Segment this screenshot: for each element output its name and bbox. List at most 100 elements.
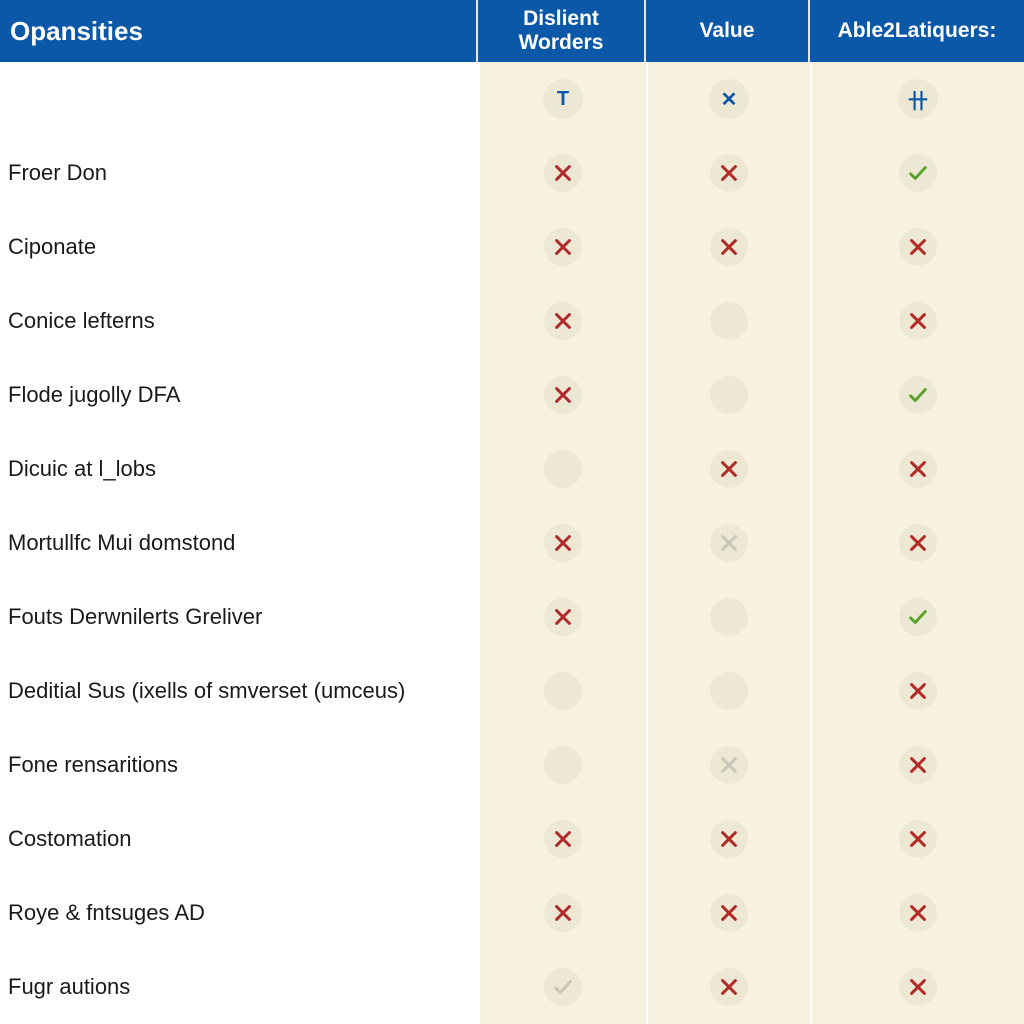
cross-icon [544,376,582,414]
feature-label-cell: Conice lefterns [0,284,478,358]
status-cell [646,876,810,950]
cross-icon [544,228,582,266]
table-row: Costomation [0,802,1024,876]
status-cell: T [478,62,646,136]
table-row: Fone rensaritions [0,728,1024,802]
status-cell [810,432,1024,506]
feature-label-cell: Roye & fntsuges AD [0,876,478,950]
header-col-1-label: Dislient Worders [519,7,604,55]
feature-label-cell: Flode jugolly DFA [0,358,478,432]
feature-label-cell: Froer Don [0,136,478,210]
status-cell [810,876,1024,950]
cross-icon [710,820,748,858]
status-cell [478,728,646,802]
cross-icon [899,672,937,710]
feature-label-cell [0,62,478,136]
feature-label: Deditial Sus (ixells of smverset (umceus… [8,678,405,704]
comparison-table: Opansities Dislient Worders Value Able2L… [0,0,1024,1024]
cross-icon [899,894,937,932]
empty-icon [710,302,748,340]
status-cell [810,728,1024,802]
feature-label: Fugr autions [8,974,130,1000]
cross-icon [544,302,582,340]
status-cell [810,358,1024,432]
feature-label: Fouts Derwnilerts Greliver [8,604,262,630]
status-cell [646,136,810,210]
cross-icon [710,154,748,192]
empty-icon [710,376,748,414]
status-cell [810,210,1024,284]
cross-faded-icon [710,524,748,562]
cross-icon [544,154,582,192]
header-col-1: Dislient Worders [478,0,646,62]
status-cell [478,802,646,876]
status-cell [478,210,646,284]
check-icon [899,598,937,636]
feature-label: Roye & fntsuges AD [8,900,205,926]
feature-label: Flode jugolly DFA [8,382,180,408]
cross-icon [899,524,937,562]
table-row: Ciponate [0,210,1024,284]
status-cell [478,506,646,580]
check-icon [899,376,937,414]
feature-label-cell: Deditial Sus (ixells of smverset (umceus… [0,654,478,728]
status-cell [646,506,810,580]
status-cell [646,284,810,358]
cross-icon [710,968,748,1006]
empty-icon [544,746,582,784]
status-cell [646,654,810,728]
status-cell [810,136,1024,210]
header-col-2-label: Value [700,19,755,43]
feature-label-cell: Dicuic at l_lobs [0,432,478,506]
empty-icon [544,450,582,488]
cross-icon [899,746,937,784]
cross-icon [544,894,582,932]
cross-icon [899,228,937,266]
header-feature-col: Opansities [0,0,478,62]
cross-icon [899,450,937,488]
status-cell [478,580,646,654]
status-cell [646,950,810,1024]
header-feature-label: Opansities [10,16,143,47]
status-cell [478,432,646,506]
status-cell: 卄 [810,62,1024,136]
table-row: T ✕ 卄 [0,62,1024,136]
cross-icon [544,820,582,858]
table-row: Dicuic at l_lobs [0,432,1024,506]
feature-label: Mortullfc Mui domstond [8,530,235,556]
feature-label-cell: Costomation [0,802,478,876]
status-cell [810,950,1024,1024]
status-cell [478,654,646,728]
cross-icon [544,598,582,636]
status-cell [478,950,646,1024]
feature-label-cell: Ciponate [0,210,478,284]
header-col-3-label: Able2Latiquers: [838,19,997,43]
status-cell [810,654,1024,728]
header-glyph-2: ✕ [709,79,749,119]
status-cell: ✕ [646,62,810,136]
status-cell [646,580,810,654]
feature-label: Conice lefterns [8,308,155,334]
status-cell [810,506,1024,580]
header-col-3: Able2Latiquers: [810,0,1024,62]
cross-icon [899,968,937,1006]
feature-label: Fone rensaritions [8,752,178,778]
status-cell [646,432,810,506]
feature-label-cell: Mortullfc Mui domstond [0,506,478,580]
status-cell [646,728,810,802]
feature-label-cell: Fone rensaritions [0,728,478,802]
feature-label: Dicuic at l_lobs [8,456,156,482]
header-glyph-1: T [543,79,583,119]
table-header: Opansities Dislient Worders Value Able2L… [0,0,1024,62]
table-row: Roye & fntsuges AD [0,876,1024,950]
table-body: T ✕ 卄 Froer DonCiponate Conice lefterns Flode… [0,62,1024,1024]
cross-icon [710,450,748,488]
feature-label: Costomation [8,826,132,852]
status-cell [810,284,1024,358]
table-row: Deditial Sus (ixells of smverset (umceus… [0,654,1024,728]
cross-faded-icon [710,746,748,784]
table-row: Conice lefterns [0,284,1024,358]
header-glyph-3: 卄 [898,79,938,119]
feature-label-cell: Fugr autions [0,950,478,1024]
status-cell [810,802,1024,876]
